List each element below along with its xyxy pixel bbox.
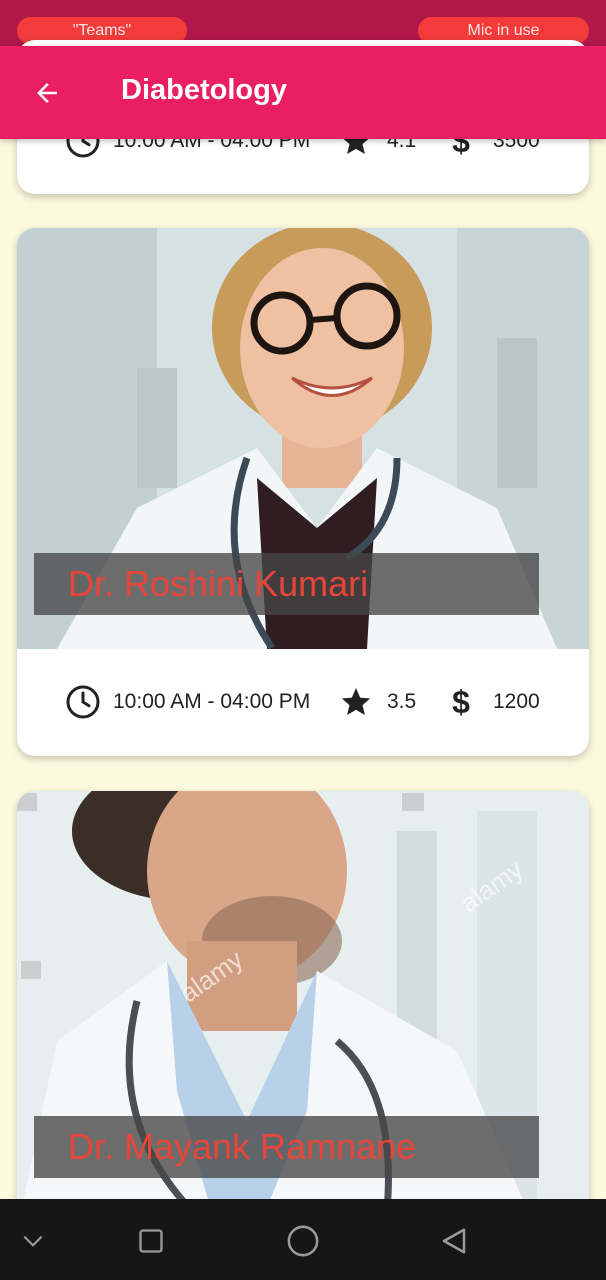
doctor-name: Dr. Mayank Ramnane xyxy=(68,1126,417,1167)
chevron-down-icon xyxy=(23,1235,43,1247)
nav-collapse-button[interactable] xyxy=(13,1221,53,1261)
doctor-name: Dr. Roshini Kumari xyxy=(68,563,369,604)
nav-back-button[interactable] xyxy=(434,1221,474,1261)
nav-recents-button[interactable] xyxy=(131,1221,171,1261)
doctor-rating: 3.5 xyxy=(387,690,417,713)
doctor-photo: alamy alamy Dr. Mayank Ramnane xyxy=(17,791,589,1231)
back-button[interactable] xyxy=(26,72,68,114)
doctor-hours: 10:00 AM - 04:00 PM xyxy=(113,690,311,713)
clock-icon xyxy=(66,685,100,719)
mic-in-use-label: Mic in use xyxy=(467,21,540,39)
doctor-name-banner: Dr. Mayank Ramnane xyxy=(34,1116,539,1178)
teams-indicator-label: "Teams" xyxy=(72,21,132,39)
doctor-card[interactable]: alamy alamy Dr. Mayank Ramnane xyxy=(17,791,589,1231)
doctor-info-row: 10:00 AM - 04:00 PM 3.5 $ 1200 xyxy=(17,649,589,755)
circle-icon xyxy=(287,1225,319,1257)
arrow-left-icon xyxy=(37,83,57,103)
nav-home-button[interactable] xyxy=(283,1221,323,1261)
page-title: Diabetology xyxy=(121,74,287,106)
dollar-icon: $ xyxy=(452,683,470,720)
square-icon xyxy=(139,1229,163,1253)
doctor-fee: 1200 xyxy=(493,690,540,713)
triangle-back-icon xyxy=(442,1228,466,1254)
doctor-photo: Dr. Roshini Kumari xyxy=(17,228,589,649)
app-bar: Diabetology xyxy=(0,46,606,139)
star-icon xyxy=(341,687,371,716)
doctor-card[interactable]: Dr. Roshini Kumari 10:00 AM - 04:00 PM 3… xyxy=(17,228,589,756)
doctor-name-banner: Dr. Roshini Kumari xyxy=(34,553,539,615)
system-nav-bar xyxy=(0,1199,606,1280)
